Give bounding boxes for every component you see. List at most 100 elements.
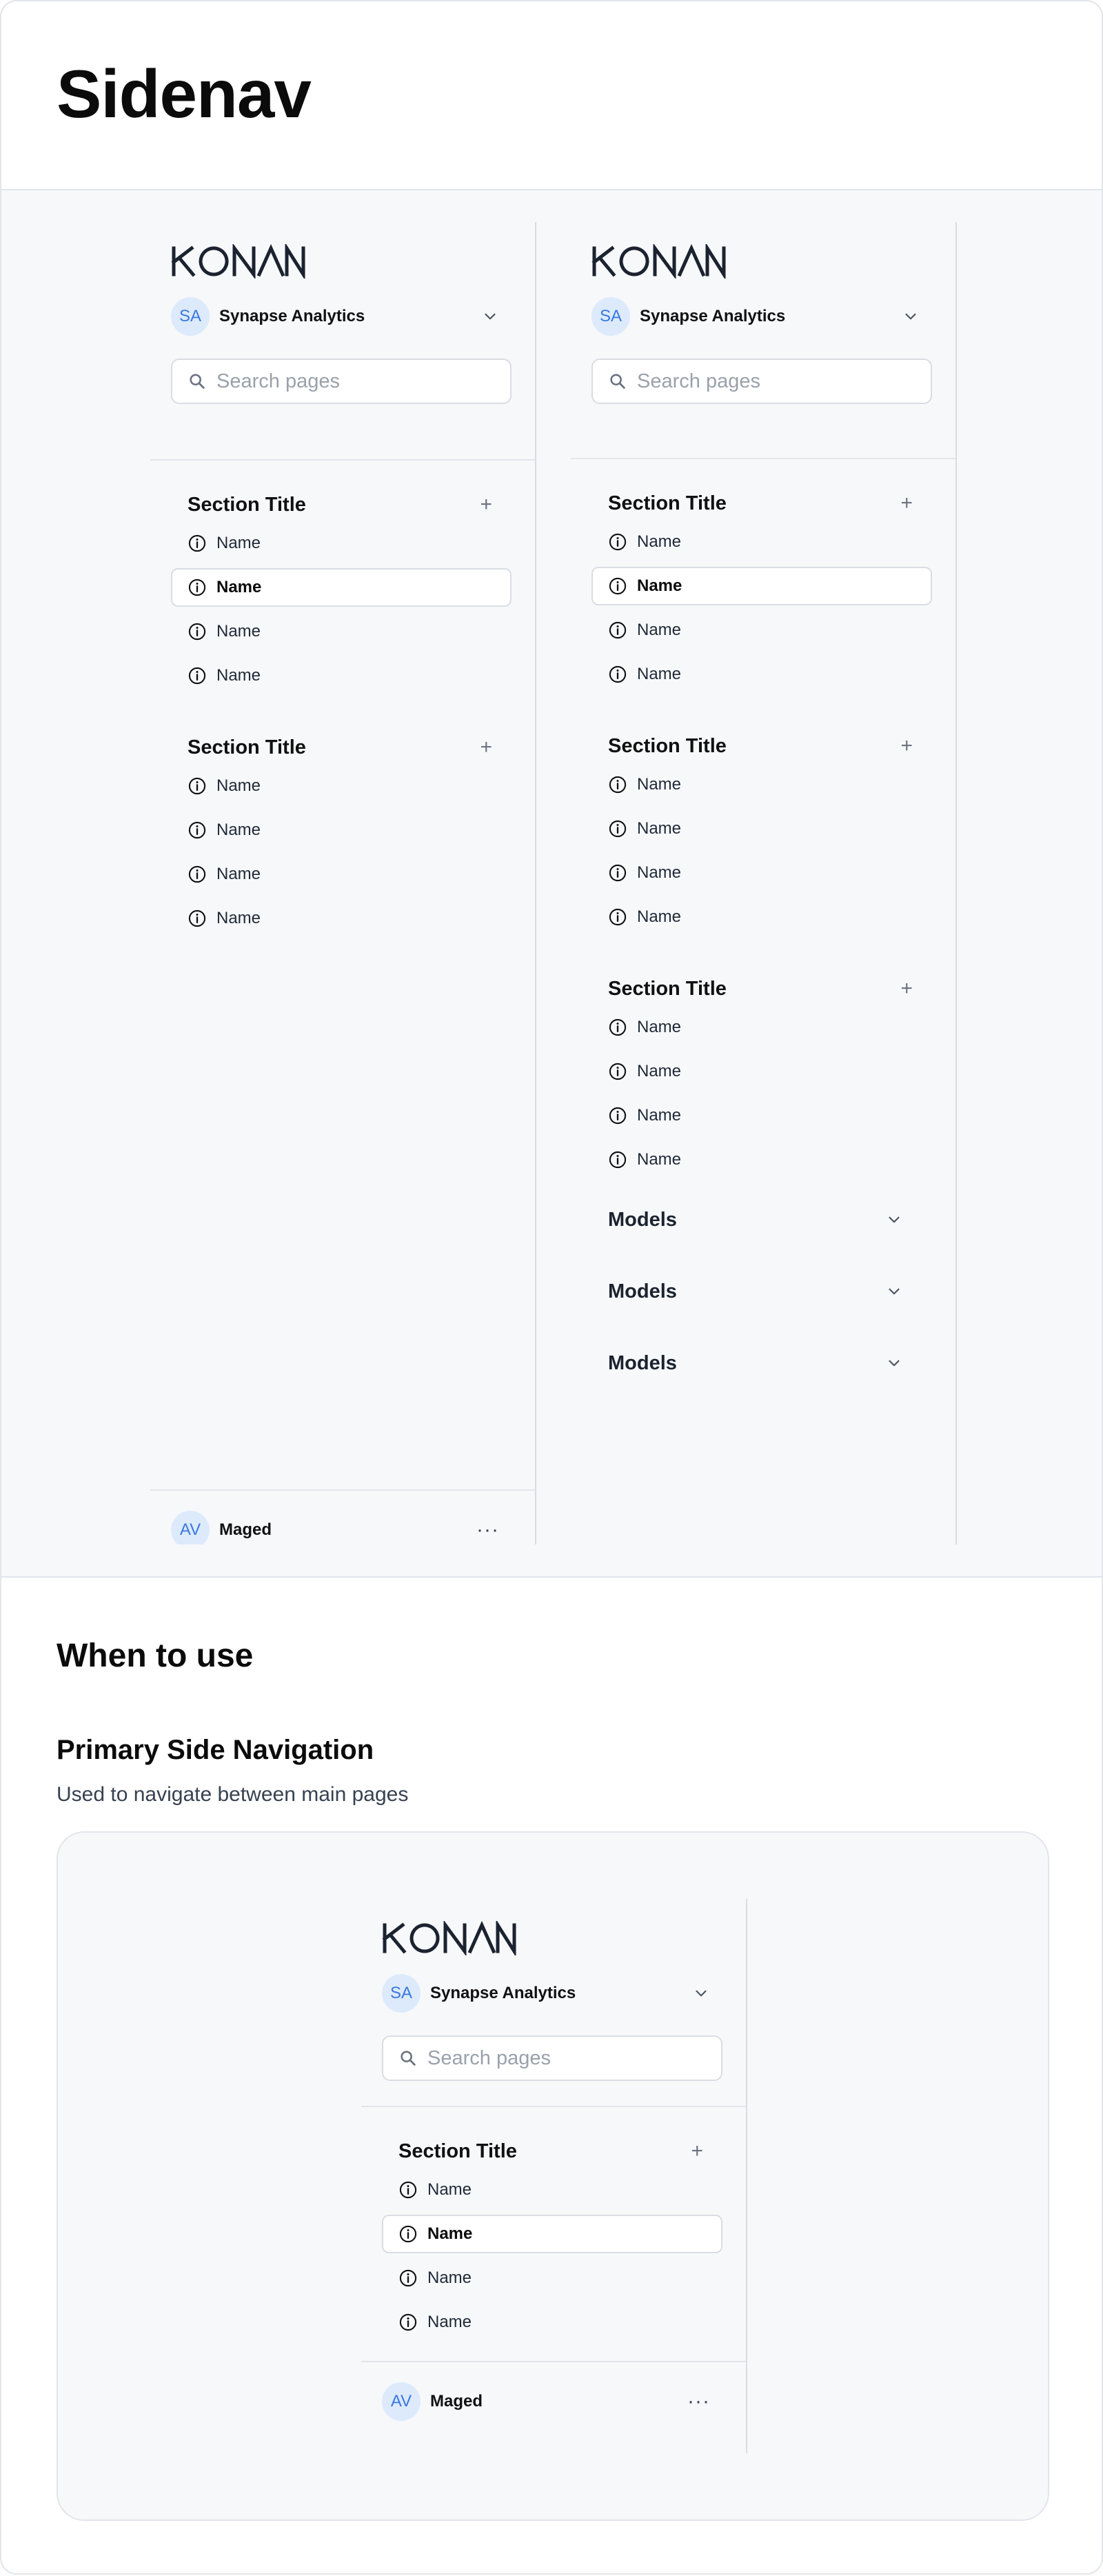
section-title: Section Title [608,492,727,514]
primary-nav-description: Used to navigate between main pages [57,1783,409,1806]
primary-nav-title: Primary Side Navigation [57,1735,374,1765]
konan-logo [171,244,305,279]
info-circle-icon [188,534,206,552]
info-circle-icon [609,621,627,639]
nav-item[interactable]: Name [171,524,512,563]
search-box[interactable] [591,359,932,404]
chevron-down-icon[interactable] [481,308,499,325]
nav-item[interactable]: Name [591,854,932,892]
nav-item[interactable]: Name [591,1008,932,1047]
info-circle-icon [188,909,206,927]
collapsible-group-models[interactable]: Models [591,1203,932,1237]
sidenav-showcase: SA Synapse Analytics Section Title + Name Nam… [1,189,1102,1578]
nav-item[interactable]: Name [591,1140,932,1179]
nav-item-label: Name [216,622,261,641]
info-circle-icon [609,1107,627,1125]
add-item-button[interactable]: + [480,494,492,515]
page-frame: Sidenav SA Synapse Analytics Section Title… [0,0,1103,2575]
workspace-switcher[interactable]: SA Synapse Analytics [591,296,929,336]
user-name: Maged [219,1520,272,1539]
nav-item-active[interactable]: Name [171,568,512,607]
nav-item-label: Name [427,2268,472,2287]
nav-item-label: Name [637,1106,682,1125]
sidenav-primary-with-user: SA Synapse Analytics Section Title + Name Nam… [150,222,536,1544]
nav-item[interactable]: Name [171,855,512,894]
nav-item[interactable]: Name [171,811,512,849]
info-circle-icon [609,776,627,794]
nav-item[interactable]: Name [171,899,512,938]
info-circle-icon [609,820,627,838]
chevron-down-icon[interactable] [885,1211,903,1229]
nav-item-label: Name [637,1150,682,1169]
workspace-avatar: SA [171,297,210,336]
chevron-down-icon[interactable] [902,308,920,325]
search-input[interactable] [216,370,492,393]
nav-item-label: Name [637,863,682,882]
more-options-button[interactable]: ··· [476,1520,499,1540]
header-divider [571,458,955,459]
section-header: Section Title + [171,734,512,761]
chevron-down-icon[interactable] [885,1354,903,1372]
nav-item[interactable]: Name [171,767,512,805]
info-circle-icon [609,1018,627,1036]
info-circle-icon [188,623,206,641]
nav-item[interactable]: Name [591,809,932,848]
user-avatar: AV [382,2382,421,2421]
search-box[interactable] [171,359,512,404]
nav-item[interactable]: Name [171,656,512,695]
nav-item[interactable]: Name [591,655,932,694]
user-name: Maged [430,2392,483,2411]
search-icon [190,374,205,389]
nav-item[interactable]: Name [382,2259,722,2297]
info-circle-icon [609,1063,627,1080]
nav-item-label: Name [427,2313,472,2331]
search-input[interactable] [637,370,913,393]
nav-item[interactable]: Name [591,523,932,561]
workspace-switcher[interactable]: SA Synapse Analytics [382,1973,720,2013]
page-title: Sidenav [57,56,312,132]
nav-section: Section Title + Name Name Name Name [171,734,512,938]
more-options-button[interactable]: ··· [687,2391,710,2412]
nav-item[interactable]: Name [382,2171,722,2209]
chevron-down-icon[interactable] [885,1282,903,1300]
chevron-down-icon[interactable] [692,1984,710,2002]
workspace-avatar: SA [591,297,630,336]
nav-section: Section Title + Name Name Name Name [171,491,512,695]
nav-item-active[interactable]: Name [382,2215,722,2253]
collapsible-group-models[interactable]: Models [591,1274,932,1309]
info-circle-icon [188,777,206,795]
nav-item[interactable]: Name [591,898,932,936]
nav-item[interactable]: Name [171,612,512,651]
footer-divider [150,1489,535,1491]
section-title: Section Title [188,493,306,516]
user-profile[interactable]: AV Maged ··· [171,1510,509,1544]
nav-item[interactable]: Name [591,1096,932,1135]
add-item-button[interactable]: + [900,736,913,756]
nav-item[interactable]: Name [591,1052,932,1091]
search-box[interactable] [382,2035,722,2081]
search-icon [401,2051,416,2066]
info-circle-icon [609,665,627,683]
nav-item[interactable]: Name [382,2303,722,2342]
add-item-button[interactable]: + [480,737,492,758]
nav-item-label: Name [216,578,262,596]
add-item-button[interactable]: + [900,978,913,999]
nav-item[interactable]: Name [591,611,932,650]
nav-item-label: Name [216,909,261,927]
section-header: Section Title + [591,975,932,1003]
nav-item-active[interactable]: Name [591,567,932,605]
workspace-switcher[interactable]: SA Synapse Analytics [171,296,509,336]
nav-item-label: Name [216,776,261,795]
nav-item-label: Name [427,2180,472,2199]
info-circle-icon [399,2181,417,2199]
konan-logo [382,1921,516,1955]
search-input[interactable] [427,2046,703,2070]
group-label: Models [608,1208,677,1231]
add-item-button[interactable]: + [900,493,913,514]
konan-logo [591,244,726,279]
collapsible-group-models[interactable]: Models [591,1346,932,1380]
add-item-button[interactable]: + [691,2141,703,2162]
user-profile[interactable]: AV Maged ··· [382,2382,720,2422]
nav-item[interactable]: Name [591,765,932,804]
sidenav-example: SA Synapse Analytics Section Title + Name Nam… [361,1899,747,2453]
